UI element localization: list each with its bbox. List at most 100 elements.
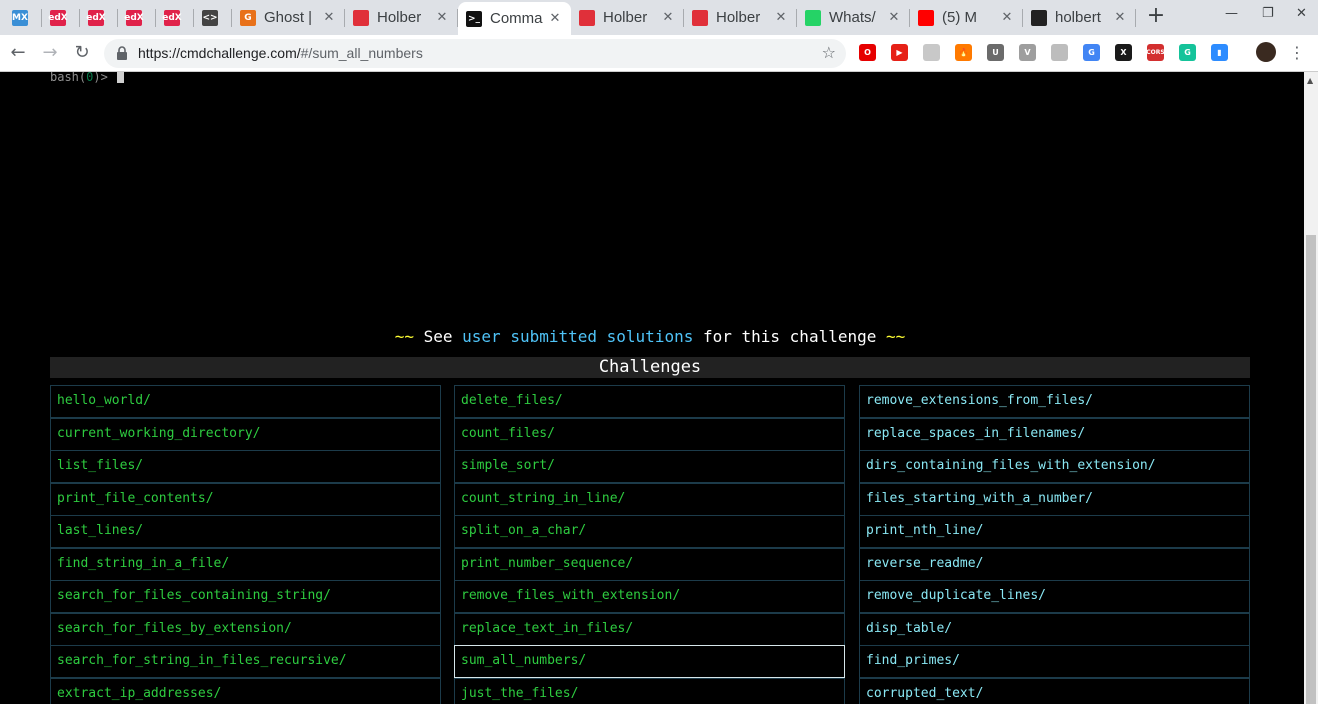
lock-icon bbox=[117, 46, 127, 60]
browser-tab[interactable]: Holber ✕ bbox=[345, 0, 458, 35]
tab-close-icon[interactable]: ✕ bbox=[321, 10, 337, 25]
tab-close-icon[interactable]: ✕ bbox=[660, 10, 676, 25]
challenges-header: Challenges bbox=[50, 357, 1250, 378]
restore-window-icon[interactable]: ❐ bbox=[1262, 6, 1274, 21]
tab-close-icon[interactable]: ✕ bbox=[999, 10, 1015, 25]
challenge-link[interactable]: reverse_readme/ bbox=[859, 548, 1250, 581]
challenge-link[interactable]: remove_extensions_from_files/ bbox=[859, 385, 1250, 418]
challenge-link[interactable]: files_starting_with_a_number/ bbox=[859, 483, 1250, 516]
reload-icon[interactable]: ↻ bbox=[71, 42, 93, 64]
tab-close-icon[interactable]: ✕ bbox=[434, 10, 450, 25]
shield-extension-icon[interactable]: U bbox=[987, 44, 1004, 61]
challenge-link[interactable]: print_number_sequence/ bbox=[454, 548, 845, 581]
browser-tab[interactable]: edX bbox=[156, 0, 194, 35]
scrollbar-thumb[interactable] bbox=[1306, 235, 1316, 704]
camera-extension-icon[interactable] bbox=[1051, 44, 1068, 61]
tab-title: (5) M bbox=[942, 9, 977, 26]
challenge-link[interactable]: find_primes/ bbox=[859, 645, 1250, 678]
browser-tab[interactable]: >_ Comma ✕ bbox=[458, 2, 571, 35]
challenge-link[interactable]: corrupted_text/ bbox=[859, 678, 1250, 704]
challenge-link[interactable]: just_the_files/ bbox=[454, 678, 845, 704]
address-bar[interactable]: https://cmdchallenge.com/#/sum_all_numbe… bbox=[104, 39, 846, 68]
challenge-link[interactable]: last_lines/ bbox=[50, 515, 441, 548]
tab-close-icon[interactable]: ✕ bbox=[773, 10, 789, 25]
browser-tab[interactable]: edX bbox=[42, 0, 80, 35]
browser-tab[interactable]: Whats/ ✕ bbox=[797, 0, 910, 35]
tab-close-icon[interactable]: ✕ bbox=[547, 11, 563, 26]
tab-title: Holber bbox=[716, 9, 761, 26]
browser-tab[interactable]: MX bbox=[4, 0, 42, 35]
challenge-link[interactable]: current_working_directory/ bbox=[50, 418, 441, 451]
challenge-link[interactable]: split_on_a_char/ bbox=[454, 515, 845, 548]
scroll-up-arrow-icon[interactable]: ▲ bbox=[1307, 76, 1313, 85]
url-text: https://cmdchallenge.com/#/sum_all_numbe… bbox=[138, 45, 423, 61]
tab-close-icon[interactable]: ✕ bbox=[886, 10, 902, 25]
vpn-extension-icon[interactable]: V bbox=[1019, 44, 1036, 61]
current-challenge-link[interactable]: sum_all_numbers/ bbox=[454, 645, 845, 678]
terminal-prompt[interactable]: bash(0)> bbox=[50, 72, 125, 84]
challenge-link[interactable]: count_string_in_line/ bbox=[454, 483, 845, 516]
translate-extension-icon[interactable]: G bbox=[1083, 44, 1100, 61]
challenge-link[interactable]: hello_world/ bbox=[50, 385, 441, 418]
browser-tab[interactable]: <> bbox=[194, 0, 232, 35]
menu-kebab-icon[interactable]: ⋮ bbox=[1286, 42, 1308, 64]
challenge-link[interactable]: disp_table/ bbox=[859, 613, 1250, 646]
opera-extension-icon[interactable]: O bbox=[859, 44, 876, 61]
tab-title: Holber bbox=[603, 9, 648, 26]
new-tab-button[interactable]: + bbox=[1144, 5, 1168, 29]
holberton-icon bbox=[353, 9, 369, 26]
page-content: bash(0)> ~~ See user submitted solutions… bbox=[0, 72, 1304, 704]
challenge-link[interactable]: replace_text_in_files/ bbox=[454, 613, 845, 646]
grammarly-extension-icon[interactable]: G bbox=[1179, 44, 1196, 61]
challenge-link[interactable]: search_for_files_by_extension/ bbox=[50, 613, 441, 646]
tab-title: Holber bbox=[377, 9, 422, 26]
browser-tab[interactable]: edX bbox=[80, 0, 118, 35]
challenge-link[interactable]: replace_spaces_in_filenames/ bbox=[859, 418, 1250, 451]
challenge-link[interactable]: print_file_contents/ bbox=[50, 483, 441, 516]
tab-close-icon[interactable]: ✕ bbox=[1112, 10, 1128, 25]
challenge-link[interactable]: simple_sort/ bbox=[454, 450, 845, 483]
youtube-extension-icon[interactable]: ▶ bbox=[891, 44, 908, 61]
challenge-link[interactable]: count_files/ bbox=[454, 418, 845, 451]
back-arrow-icon[interactable]: ← bbox=[7, 42, 29, 64]
challenge-link[interactable]: search_for_string_in_files_recursive/ bbox=[50, 645, 441, 678]
whatsapp-icon bbox=[805, 9, 821, 26]
user-solutions-link[interactable]: user submitted solutions bbox=[462, 327, 693, 346]
challenge-link[interactable]: find_string_in_a_file/ bbox=[50, 548, 441, 581]
mx-icon: MX bbox=[12, 9, 28, 26]
cors-extension-icon[interactable]: CORS bbox=[1146, 44, 1165, 61]
forward-arrow-icon[interactable]: → bbox=[39, 42, 61, 64]
holberton-icon bbox=[692, 9, 708, 26]
close-window-icon[interactable]: ✕ bbox=[1296, 6, 1307, 21]
minimize-window-icon[interactable]: — bbox=[1225, 6, 1238, 21]
vertical-scrollbar[interactable]: ▲ bbox=[1304, 72, 1318, 704]
challenge-link[interactable]: search_for_files_containing_string/ bbox=[50, 580, 441, 613]
edx-icon: edX bbox=[162, 9, 182, 26]
github-icon bbox=[1031, 9, 1047, 26]
challenge-link[interactable]: delete_files/ bbox=[454, 385, 845, 418]
x-extension-icon[interactable]: X bbox=[1115, 44, 1132, 61]
edx-icon: edX bbox=[86, 9, 106, 26]
browser-tab[interactable]: edX bbox=[118, 0, 156, 35]
browser-tab[interactable]: Holber ✕ bbox=[684, 0, 797, 35]
challenge-link[interactable]: extract_ip_addresses/ bbox=[50, 678, 441, 704]
browser-tab[interactable]: G Ghost | ✕ bbox=[232, 0, 345, 35]
browser-tab[interactable]: holbert ✕ bbox=[1023, 0, 1136, 35]
challenge-link[interactable]: print_nth_line/ bbox=[859, 515, 1250, 548]
profile-avatar-icon[interactable] bbox=[1256, 42, 1276, 62]
grid-extension-icon[interactable] bbox=[923, 44, 940, 61]
browser-tab[interactable]: (5) M ✕ bbox=[910, 0, 1023, 35]
terminal-icon: >_ bbox=[466, 10, 482, 27]
challenge-link[interactable]: list_files/ bbox=[50, 450, 441, 483]
tab-title: Ghost | bbox=[264, 9, 313, 26]
browser-tab[interactable]: Holber ✕ bbox=[571, 0, 684, 35]
challenge-link[interactable]: remove_files_with_extension/ bbox=[454, 580, 845, 613]
fire-extension-icon[interactable]: 🔥 bbox=[955, 44, 972, 61]
challenge-link[interactable]: dirs_containing_files_with_extension/ bbox=[859, 450, 1250, 483]
challenge-link[interactable]: remove_duplicate_lines/ bbox=[859, 580, 1250, 613]
code-icon: <> bbox=[202, 9, 218, 26]
ghost-icon: G bbox=[240, 9, 256, 26]
bookmark-star-icon[interactable]: ☆ bbox=[822, 43, 836, 62]
browser-toolbar: ← → ↻ https://cmdchallenge.com/#/sum_all… bbox=[0, 35, 1318, 72]
zoom-extension-icon[interactable]: ▮ bbox=[1211, 44, 1228, 61]
